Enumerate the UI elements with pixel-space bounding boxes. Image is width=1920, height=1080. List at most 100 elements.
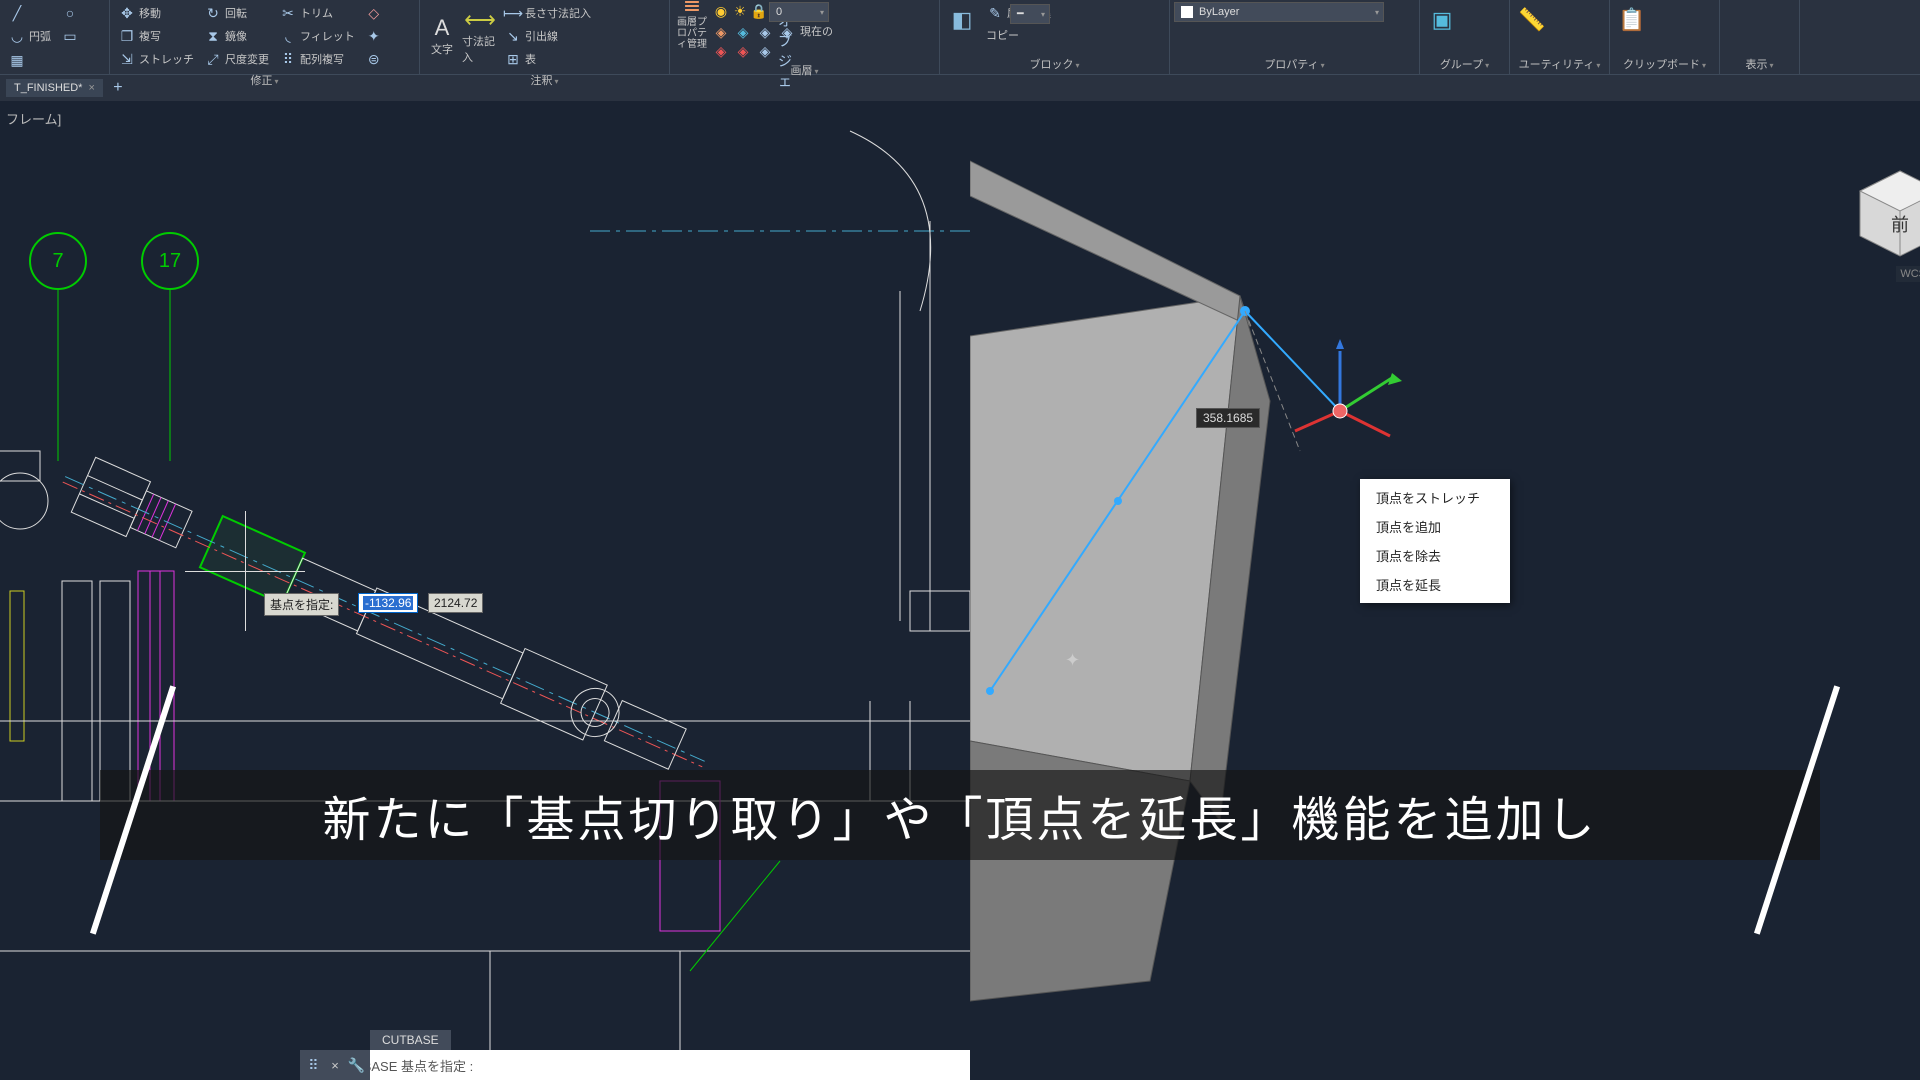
layer-a-icon[interactable]: ◈: [712, 23, 730, 41]
layer-c-icon[interactable]: ◈: [756, 23, 774, 41]
group-group-label[interactable]: グループ: [1424, 54, 1505, 74]
svg-text:7: 7: [52, 250, 63, 272]
text-btn[interactable]: A文字: [424, 18, 460, 54]
rect-btn[interactable]: ▭: [57, 25, 83, 47]
erase-icon: ◇: [365, 4, 383, 22]
hatch-btn[interactable]: ▦: [4, 49, 30, 71]
table-btn[interactable]: ⊞表: [500, 48, 595, 70]
bulb-icon[interactable]: ◉: [712, 2, 730, 20]
group-btn[interactable]: ▣: [1424, 2, 1460, 38]
cmd-handle-icon[interactable]: ⠿: [304, 1056, 322, 1074]
block-icon: ◧: [948, 6, 976, 34]
group-icon: ▣: [1428, 6, 1456, 34]
sun-icon[interactable]: ☀: [731, 2, 749, 20]
annotation-group-label[interactable]: 注釈: [424, 70, 665, 90]
modify-group-label[interactable]: 修正: [114, 70, 415, 90]
vertex-context-menu: 頂点をストレッチ 頂点を追加 頂点を除去 頂点を延長: [1360, 479, 1510, 603]
util-icon: 📏: [1518, 6, 1546, 34]
layer-current[interactable]: 現在の: [800, 23, 833, 41]
caption-text: 新たに「基点切り取り」や「頂点を延長」機能を追加し: [322, 780, 1597, 850]
layer-combo[interactable]: 0: [769, 2, 829, 22]
util-btn[interactable]: 📏: [1514, 2, 1550, 38]
layers-group-label[interactable]: 画層: [674, 60, 935, 80]
stretch-icon: ⇲: [118, 50, 136, 68]
svg-text:17: 17: [159, 250, 181, 272]
viewcube[interactable]: 前 南: [1840, 151, 1920, 271]
circle-btn[interactable]: ○: [57, 2, 83, 24]
move-icon: ✥: [118, 4, 136, 22]
layer-g-icon[interactable]: ◈: [756, 42, 774, 60]
caption-overlay: 新たに「基点切り取り」や「頂点を延長」機能を追加し: [0, 750, 1920, 880]
svg-text:前: 前: [1891, 215, 1909, 235]
ctx-extend[interactable]: 頂点を延長: [1360, 570, 1510, 599]
hatch-icon: ▦: [8, 51, 26, 69]
wcs-label[interactable]: WCS: [1896, 266, 1920, 282]
length-btn[interactable]: ⟼長さ寸法記入: [500, 2, 595, 24]
offset-btn[interactable]: ⊜: [361, 48, 387, 70]
cmd-close-icon[interactable]: ×: [331, 1058, 339, 1073]
trim-icon: ✂: [279, 4, 297, 22]
clip-btn[interactable]: 📋: [1614, 2, 1650, 38]
attr-icon: ✎: [986, 4, 1004, 22]
rotate-btn[interactable]: ↻回転: [200, 2, 273, 24]
scale-btn[interactable]: ⤢尺度変更: [200, 48, 273, 70]
layer-props-icon: ≣: [678, 0, 706, 17]
command-line[interactable]: ▸▾ CUTBASE 基点を指定 :: [300, 1050, 970, 1080]
clipboard-group-label[interactable]: クリップボード: [1614, 54, 1715, 74]
command-icons: ⠿ × 🔧: [300, 1050, 370, 1080]
viewport-3d[interactable]: ✦ 358.1685 頂点をストレッチ 頂点を追加 頂点を除去 頂点を延長 前 …: [970, 101, 1920, 1080]
explode-btn[interactable]: ✦: [361, 25, 387, 47]
svg-text:✦: ✦: [1065, 650, 1080, 670]
lock-icon[interactable]: 🔒: [750, 2, 768, 20]
line-btn[interactable]: ╱: [4, 2, 55, 24]
layer-h-icon[interactable]: オブジェ: [778, 42, 796, 60]
lineweight-combo[interactable]: ━: [1010, 4, 1050, 24]
ctx-add[interactable]: 頂点を追加: [1360, 512, 1510, 541]
properties-group-label[interactable]: プロパティ: [1174, 54, 1415, 74]
command-tag: CUTBASE: [370, 1030, 451, 1050]
leader-btn[interactable]: ↘引出線: [500, 25, 595, 47]
explode-icon: ✦: [365, 27, 383, 45]
leader-icon: ↘: [504, 27, 522, 45]
drawing-2d: 7 17: [0, 101, 970, 1080]
mirror-icon: ⧗: [204, 27, 222, 45]
erase-btn[interactable]: ◇: [361, 2, 387, 24]
length-icon: ⟼: [504, 4, 522, 22]
array-icon: ⠿: [279, 50, 297, 68]
array-btn[interactable]: ⠿配列複写: [275, 48, 359, 70]
copy-icon: ❐: [118, 27, 136, 45]
stretch-btn[interactable]: ⇲ストレッチ: [114, 48, 198, 70]
mirror-btn[interactable]: ⧗鏡像: [200, 25, 273, 47]
drawing-area: フレーム] 7 17: [0, 101, 1920, 1080]
layer-f-icon[interactable]: ◈: [734, 42, 752, 60]
viewport-2d[interactable]: フレーム] 7 17: [0, 101, 970, 1080]
clip-icon: 📋: [1618, 6, 1646, 34]
ctx-stretch[interactable]: 頂点をストレッチ: [1360, 483, 1510, 512]
text-icon: A: [428, 15, 456, 41]
view-group-label[interactable]: 表示: [1724, 54, 1795, 74]
trim-btn[interactable]: ✂トリム: [275, 2, 359, 24]
ctx-remove[interactable]: 頂点を除去: [1360, 541, 1510, 570]
color-combo[interactable]: ByLayer: [1174, 2, 1384, 22]
cmd-wrench-icon[interactable]: 🔧: [348, 1056, 366, 1074]
block-btn[interactable]: ◧: [944, 2, 980, 38]
move-btn[interactable]: ✥移動: [114, 2, 198, 24]
block-group-label[interactable]: ブロック: [944, 54, 1165, 74]
file-tab-label: T_FINISHED*: [14, 82, 82, 94]
fillet-icon: ◟: [279, 27, 297, 45]
dim-btn[interactable]: ⟷寸法記入: [462, 18, 498, 54]
rect-icon: ▭: [61, 27, 79, 45]
utility-group-label[interactable]: ユーティリティ: [1514, 54, 1605, 74]
table-icon: ⊞: [504, 50, 522, 68]
close-tab-icon[interactable]: ×: [88, 82, 94, 94]
coord-x-input[interactable]: -1132.96: [358, 593, 418, 613]
arc-btn[interactable]: ◡円弧: [4, 25, 55, 47]
ribbon: ╱ ◡円弧 ○ ▭ ▦ ⬭ ✥移動 ❐複写 ⇲ストレッチ ↻回転 ⧗鏡像 ⤢尺: [0, 0, 1920, 75]
copy-btn[interactable]: ❐複写: [114, 25, 198, 47]
layer-props-btn[interactable]: ≣画層プロパティ管理: [674, 2, 710, 38]
fillet-btn[interactable]: ◟フィレット: [275, 25, 359, 47]
block-copy-btn[interactable]: コピー: [982, 25, 1055, 45]
layer-b-icon[interactable]: ◈: [734, 23, 752, 41]
file-tab-finished[interactable]: T_FINISHED* ×: [6, 79, 103, 97]
layer-e-icon[interactable]: ◈: [712, 42, 730, 60]
